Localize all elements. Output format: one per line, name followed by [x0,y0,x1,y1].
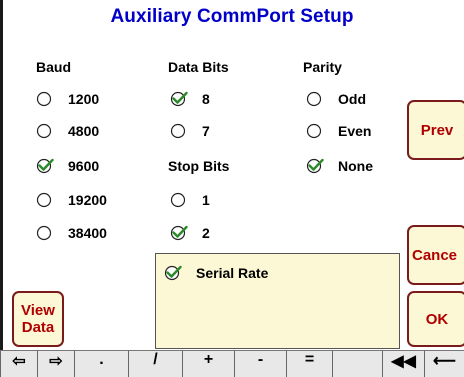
radio-icon [36,122,54,140]
baud-option[interactable]: 4800 [36,120,99,142]
backspace-icon: ⟵ [433,353,456,370]
key-right-arrow[interactable]: ⇨ [37,351,74,377]
baud-option-label: 38400 [68,225,107,241]
view-data-line1: View [21,302,55,319]
baud-label: Baud [36,59,71,75]
radio-icon [36,90,54,108]
parity-option-label: None [338,158,373,174]
view-data-line2: Data [21,319,55,336]
right-arrow-icon: ⇨ [49,353,63,370]
parity-option-label: Even [338,123,372,139]
stop-bits-option-label: 1 [202,192,210,208]
baud-option[interactable]: 19200 [36,189,107,211]
data-bits-option-label: 8 [202,91,210,107]
key-label: / [153,351,158,368]
left-arrow-icon: ⇦ [12,353,26,370]
radio-icon [170,122,188,140]
baud-option[interactable]: 9600 [36,155,99,177]
radio-icon [306,157,324,175]
key-period[interactable]: . [74,351,128,377]
page-title: Auxiliary CommPort Setup [110,6,354,27]
radio-icon [164,264,182,282]
baud-option-label: 1200 [68,91,100,107]
rewind-icon: ◀◀ [391,353,416,370]
parity-option-label: Odd [338,91,366,107]
comm-port-setup-screen: Auxiliary CommPort Setup Baud Data Bits … [0,0,464,377]
stop-bits-option[interactable]: 1 [170,189,210,211]
radio-icon [170,191,188,209]
left-border [0,0,3,350]
data-bits-option-label: 7 [202,123,210,139]
key-label: = [304,351,315,368]
radio-icon [170,224,188,242]
ok-button[interactable]: OK [407,291,464,347]
baud-option-label: 19200 [68,192,107,208]
view-data-button[interactable]: View Data [12,291,64,347]
baud-option[interactable]: 38400 [36,222,107,244]
key-label: + [203,351,214,368]
key-label: - [257,351,264,368]
key-plus[interactable]: + [182,351,234,377]
radio-icon [36,191,54,209]
radio-icon [36,157,54,175]
cancel-button[interactable]: Cance [407,225,464,285]
parity-option[interactable]: Even [306,120,371,142]
key-blank[interactable] [332,351,382,377]
radio-icon [306,122,324,140]
stop-bits-option-label: 2 [202,225,210,241]
parity-label: Parity [303,59,342,75]
key-left-arrow[interactable]: ⇦ [0,351,37,377]
key-slash[interactable]: / [128,351,182,377]
serial-rate-label: Serial Rate [196,265,269,281]
key-backspace[interactable]: ⟵ [424,351,464,377]
radio-icon [170,90,188,108]
baud-option-label: 9600 [68,158,100,174]
key-label: . [99,351,104,368]
parity-option[interactable]: Odd [306,88,366,110]
parity-option[interactable]: None [306,155,373,177]
data-bits-option[interactable]: 7 [170,120,210,142]
prev-button[interactable]: Prev [407,100,464,160]
radio-icon [36,224,54,242]
baud-option[interactable]: 1200 [36,88,99,110]
stop-bits-option[interactable]: 2 [170,222,210,244]
serial-rate-checkbox[interactable]: Serial Rate [164,262,268,284]
key-equals[interactable]: = [286,351,332,377]
key-rewind[interactable]: ◀◀ [382,351,424,377]
data-bits-option[interactable]: 8 [170,88,210,110]
key-minus[interactable]: - [234,351,286,377]
data-bits-label: Data Bits [168,59,229,75]
baud-option-label: 4800 [68,123,100,139]
radio-icon [306,90,324,108]
stop-bits-label: Stop Bits [168,158,230,174]
